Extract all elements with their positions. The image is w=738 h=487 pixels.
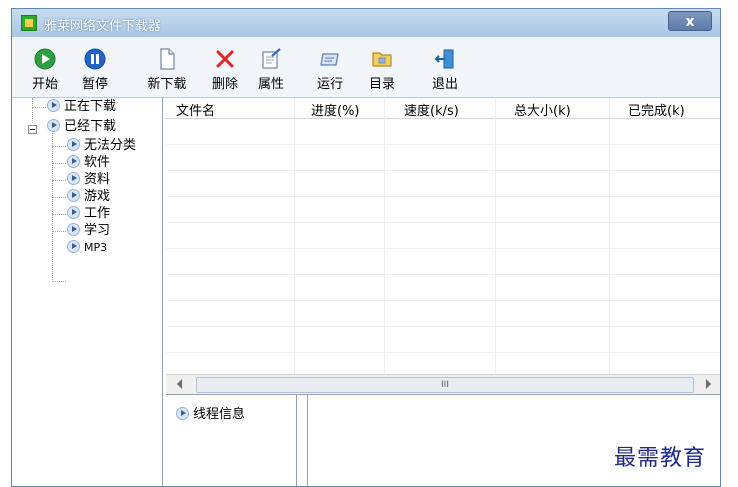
tree-item-label: 已经下载 — [64, 119, 117, 134]
window-title: 雅莱网络文件下载器 — [44, 19, 162, 34]
arrow-icon — [47, 99, 60, 112]
row-divider — [166, 274, 720, 275]
tree-item-software[interactable]: 软件 — [67, 155, 110, 171]
tree-connector — [52, 197, 66, 198]
column-divider — [609, 98, 610, 374]
tree-connector — [52, 180, 66, 181]
download-list: 文件名 进度(%) 速度(k/s) 总大小(k) 已完成(k) — [166, 98, 720, 374]
play-icon — [34, 48, 56, 70]
new-download-button[interactable]: 新下载 — [143, 43, 191, 95]
close-button[interactable]: x — [668, 11, 712, 31]
arrow-icon — [67, 138, 80, 151]
column-divider — [294, 98, 295, 374]
scroll-right-icon[interactable] — [706, 379, 711, 389]
row-divider — [166, 222, 720, 223]
arrow-icon — [67, 240, 80, 253]
tree-item-downloaded[interactable]: 已经下载 — [47, 119, 116, 135]
arrow-icon — [67, 155, 80, 168]
properties-label: 属性 — [257, 77, 284, 92]
tree-item-label: MP3 — [84, 241, 108, 254]
collapse-toggle[interactable] — [28, 125, 37, 134]
tree-connector — [52, 214, 66, 215]
scroll-left-icon[interactable] — [177, 379, 182, 389]
arrow-icon — [67, 223, 80, 236]
delete-icon — [216, 50, 234, 68]
arrow-icon — [67, 172, 80, 185]
run-button[interactable]: 运行 — [310, 43, 350, 95]
exit-button[interactable]: 退出 — [425, 43, 465, 95]
properties-icon — [262, 48, 281, 69]
row-divider — [166, 352, 720, 353]
start-button[interactable]: 开始 — [25, 43, 65, 95]
exit-label: 退出 — [431, 77, 458, 92]
tree-connector — [52, 163, 66, 164]
tree-item-label: 无法分类 — [84, 138, 137, 153]
column-header-speed[interactable]: 速度(k/s) — [404, 100, 459, 119]
column-divider — [495, 98, 496, 374]
title-bar[interactable]: 雅莱网络文件下载器 x — [12, 9, 720, 37]
row-divider — [166, 196, 720, 197]
column-divider — [384, 98, 385, 374]
thread-info-label: 线程信息 — [193, 407, 246, 422]
tree-connector — [52, 281, 66, 282]
directory-button[interactable]: 目录 — [362, 43, 402, 95]
tree-item-label: 学习 — [84, 223, 111, 238]
watermark: 最需教育 — [614, 446, 707, 471]
exit-icon — [434, 49, 454, 69]
tree-item-mp3[interactable]: MP3 — [67, 240, 107, 256]
tree-item-label: 工作 — [84, 206, 111, 221]
column-header-completed[interactable]: 已完成(k) — [628, 100, 685, 119]
toolbar: 开始 暂停 新下载 删除 属性 运行 目录 退出 — [12, 37, 720, 98]
arrow-icon — [176, 407, 189, 420]
row-divider — [166, 300, 720, 301]
thread-info-item[interactable]: 线程信息 — [176, 403, 245, 422]
tree-item-materials[interactable]: 资料 — [67, 172, 110, 188]
run-label: 运行 — [316, 77, 343, 92]
tree-item-label: 正在下载 — [64, 99, 117, 114]
pause-button[interactable]: 暂停 — [75, 43, 115, 95]
properties-button[interactable]: 属性 — [251, 43, 291, 95]
tree-connector — [52, 231, 66, 232]
directory-label: 目录 — [368, 77, 395, 92]
new-download-label: 新下载 — [147, 77, 187, 92]
horizontal-scrollbar[interactable]: III — [166, 374, 720, 395]
scrollbar-thumb[interactable]: III — [196, 377, 694, 393]
arrow-icon — [67, 206, 80, 219]
tree-item-study[interactable]: 学习 — [67, 223, 110, 239]
tree-item-work[interactable]: 工作 — [67, 206, 110, 222]
app-window: 雅莱网络文件下载器 x 开始 暂停 新下载 删除 属性 运行 目录 退出 正在下… — [11, 8, 721, 487]
tree-item-label: 资料 — [84, 172, 111, 187]
start-label: 开始 — [31, 77, 58, 92]
delete-button[interactable]: 删除 — [205, 43, 245, 95]
new-file-icon — [160, 48, 175, 70]
thread-info-panel: 线程信息 — [166, 395, 297, 486]
arrow-icon — [67, 189, 80, 202]
row-divider — [166, 170, 720, 171]
tree-connector — [52, 146, 66, 147]
app-logo-icon — [21, 15, 37, 31]
tree-item-games[interactable]: 游戏 — [67, 189, 110, 205]
pause-label: 暂停 — [81, 77, 108, 92]
column-header-total-size[interactable]: 总大小(k) — [514, 100, 571, 119]
delete-label: 删除 — [211, 77, 238, 92]
table-header: 文件名 进度(%) 速度(k/s) 总大小(k) 已完成(k) — [166, 98, 720, 119]
tree-connector — [32, 107, 33, 123]
tree-connector — [52, 130, 53, 282]
run-icon — [320, 53, 339, 66]
row-divider — [166, 248, 720, 249]
folder-icon — [372, 52, 392, 67]
category-tree: 正在下载 已经下载 无法分类 软件 资料 游戏 工作 学习 MP3 — [14, 98, 163, 486]
tree-item-label: 软件 — [84, 155, 111, 170]
pause-icon — [84, 48, 106, 70]
row-divider — [166, 144, 720, 145]
column-header-filename[interactable]: 文件名 — [176, 100, 215, 119]
tree-item-uncategorized[interactable]: 无法分类 — [67, 138, 136, 154]
tree-item-label: 游戏 — [84, 189, 111, 204]
tree-connector — [32, 107, 46, 108]
column-header-progress[interactable]: 进度(%) — [311, 100, 360, 119]
row-divider — [166, 326, 720, 327]
tree-item-downloading[interactable]: 正在下载 — [47, 99, 116, 115]
main-content: 正在下载 已经下载 无法分类 软件 资料 游戏 工作 学习 MP3 文件名 进度… — [12, 98, 720, 486]
arrow-icon — [47, 119, 60, 132]
